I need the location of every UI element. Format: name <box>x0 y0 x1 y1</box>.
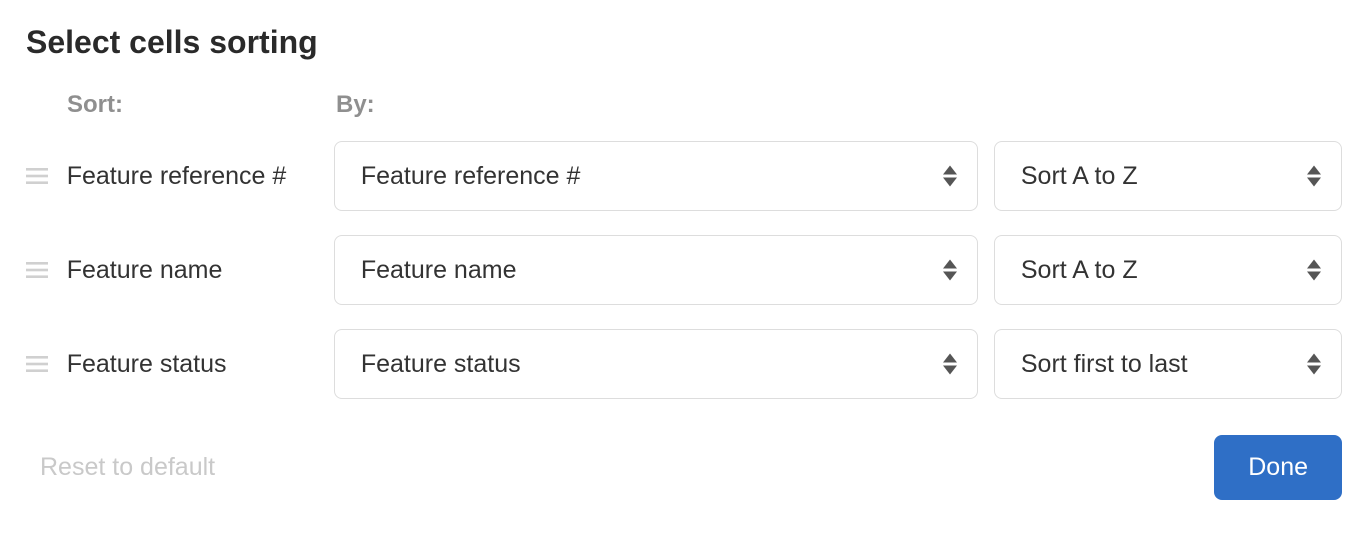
header-sort-label: Sort: <box>26 91 336 119</box>
sort-field-value: Feature status <box>361 350 521 379</box>
sort-row-label: Feature status <box>67 350 334 379</box>
sort-order-value: Sort A to Z <box>1021 162 1138 191</box>
sort-field-value: Feature name <box>361 256 517 285</box>
sort-row-label: Feature reference # <box>67 162 334 191</box>
done-button[interactable]: Done <box>1214 435 1342 500</box>
select-arrows-icon <box>1307 166 1321 187</box>
sort-order-select[interactable]: Sort first to last <box>994 329 1342 399</box>
select-arrows-icon <box>1307 354 1321 375</box>
sort-settings-panel: Select cells sorting Sort: By: Feature r… <box>0 0 1368 520</box>
reset-to-default-link[interactable]: Reset to default <box>40 453 215 482</box>
select-arrows-icon <box>943 260 957 281</box>
panel-footer: Reset to default Done <box>26 435 1342 500</box>
drag-handle-icon[interactable] <box>26 168 67 184</box>
sort-order-select[interactable]: Sort A to Z <box>994 235 1342 305</box>
panel-title: Select cells sorting <box>26 24 1342 61</box>
sort-order-select[interactable]: Sort A to Z <box>994 141 1342 211</box>
sort-field-select[interactable]: Feature status <box>334 329 978 399</box>
select-arrows-icon <box>943 166 957 187</box>
sort-row-label: Feature name <box>67 256 334 285</box>
sort-order-value: Sort first to last <box>1021 350 1188 379</box>
select-arrows-icon <box>943 354 957 375</box>
sort-order-value: Sort A to Z <box>1021 256 1138 285</box>
sort-field-select[interactable]: Feature name <box>334 235 978 305</box>
select-arrows-icon <box>1307 260 1321 281</box>
drag-handle-icon[interactable] <box>26 356 67 372</box>
sort-row: Feature name Feature name Sort A to Z <box>26 235 1342 305</box>
sort-field-value: Feature reference # <box>361 162 581 191</box>
sort-field-select[interactable]: Feature reference # <box>334 141 978 211</box>
sort-row: Feature reference # Feature reference # … <box>26 141 1342 211</box>
sort-row: Feature status Feature status Sort first… <box>26 329 1342 399</box>
drag-handle-icon[interactable] <box>26 262 67 278</box>
header-by-label: By: <box>336 91 375 119</box>
column-headers: Sort: By: <box>26 91 1342 119</box>
